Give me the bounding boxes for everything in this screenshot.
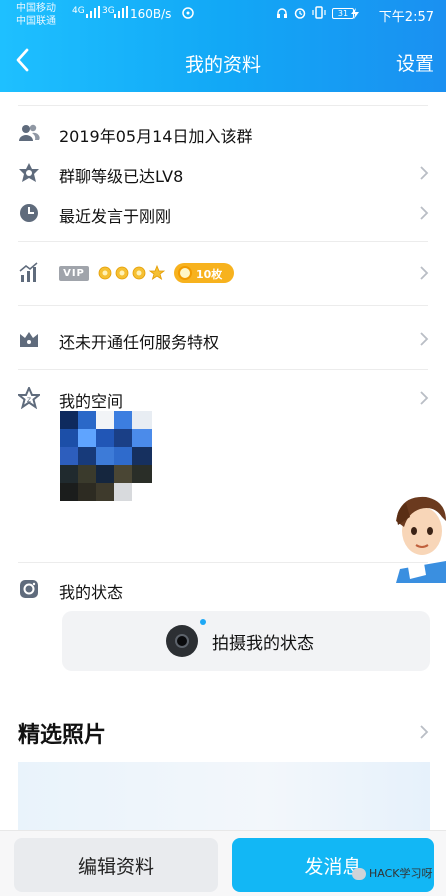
group-level-text: 群聊等级已达LV8: [59, 167, 184, 186]
battery-level: 31: [337, 9, 349, 18]
profile-content: 2019年05月14日加入该群 群聊等级已达LV8 最近发言于刚刚 VIP 10…: [0, 92, 446, 830]
cartoon-avatar: [396, 496, 446, 583]
my-space-text: 我的空间: [59, 392, 124, 411]
group-members-icon: [19, 124, 40, 141]
clock-icon: [20, 204, 38, 222]
star-badge-icon: [19, 163, 39, 182]
bottom-action-bar: 编辑资料 发消息 HACK学习呀: [0, 830, 446, 896]
vip-level-row[interactable]: VIP 10枚: [0, 255, 446, 291]
divider: [18, 305, 428, 306]
chevron-right-icon: [420, 391, 429, 405]
charging-icon: [351, 8, 359, 19]
header: 中国移动 中国联通 4G 3G 160B/s 31 下午2:57 我的资料 设置: [0, 0, 446, 92]
divider: [18, 105, 428, 106]
status-bar: 中国移动 中国联通 4G 3G 160B/s 31 下午2:57: [0, 0, 446, 30]
crown-box-icon: [20, 332, 38, 347]
level-stars-icon: [98, 264, 166, 280]
new-indicator-dot: [200, 619, 206, 625]
camera-icon: [166, 625, 198, 657]
my-status-row[interactable]: 我的状态: [0, 571, 446, 607]
my-status-text: 我的状态: [59, 583, 124, 602]
last-speak-text: 最近发言于刚刚: [59, 207, 172, 226]
selected-photos-strip[interactable]: [18, 762, 430, 830]
vibrate-icon: [312, 6, 326, 19]
space-photo-thumbnail[interactable]: [60, 411, 152, 501]
watermark-text: HACK学习呀: [369, 867, 433, 880]
network-speed: 160B/s: [130, 7, 172, 21]
shoot-status-card[interactable]: 拍摄我的状态: [62, 611, 430, 671]
network-3g-label: 3G: [102, 6, 115, 16]
last-speak-row[interactable]: 最近发言于刚刚: [0, 195, 446, 231]
wifi-icon: [182, 7, 194, 19]
space-star-icon: z: [18, 387, 40, 409]
wechat-icon: [352, 868, 366, 880]
chevron-right-icon: [420, 166, 429, 180]
settings-button[interactable]: 设置: [396, 49, 434, 76]
joined-date-text: 2019年05月14日加入该群: [59, 127, 253, 146]
watermark: HACK学习呀: [352, 865, 433, 881]
chevron-right-icon[interactable]: [418, 723, 430, 741]
service-privilege-row[interactable]: 还未开通任何服务特权: [0, 321, 446, 357]
growth-chart-icon: [19, 262, 38, 282]
coin-count: 10枚: [196, 268, 223, 281]
coin-icon: [178, 266, 192, 280]
alarm-icon: [294, 8, 306, 19]
divider: [18, 241, 428, 242]
coin-count-badge: 10枚: [174, 263, 234, 283]
svg-text:z: z: [27, 395, 31, 404]
chevron-right-icon: [420, 332, 429, 346]
shoot-status-label: 拍摄我的状态: [212, 634, 314, 654]
joined-date-row: 2019年05月14日加入该群: [0, 115, 446, 151]
service-privilege-text: 还未开通任何服务特权: [59, 333, 220, 352]
clock: 下午2:57: [378, 10, 434, 25]
chevron-right-icon: [420, 266, 429, 280]
carrier-2: 中国联通: [16, 16, 56, 27]
signal-icon: [86, 6, 100, 18]
headset-icon: [277, 8, 287, 18]
vip-badge: VIP: [59, 266, 89, 281]
instagram-style-camera-icon: [20, 580, 38, 598]
edit-profile-button[interactable]: 编辑资料: [14, 838, 218, 892]
chevron-right-icon: [420, 206, 429, 220]
divider: [18, 369, 428, 370]
page-title: 我的资料: [184, 54, 261, 76]
carrier-1: 中国移动: [16, 3, 56, 14]
selected-photos-title: 精选照片: [18, 723, 107, 748]
group-level-row[interactable]: 群聊等级已达LV8: [0, 155, 446, 191]
network-4g-label: 4G: [72, 6, 85, 16]
signal-icon-2: [114, 6, 128, 18]
divider: [18, 562, 428, 563]
